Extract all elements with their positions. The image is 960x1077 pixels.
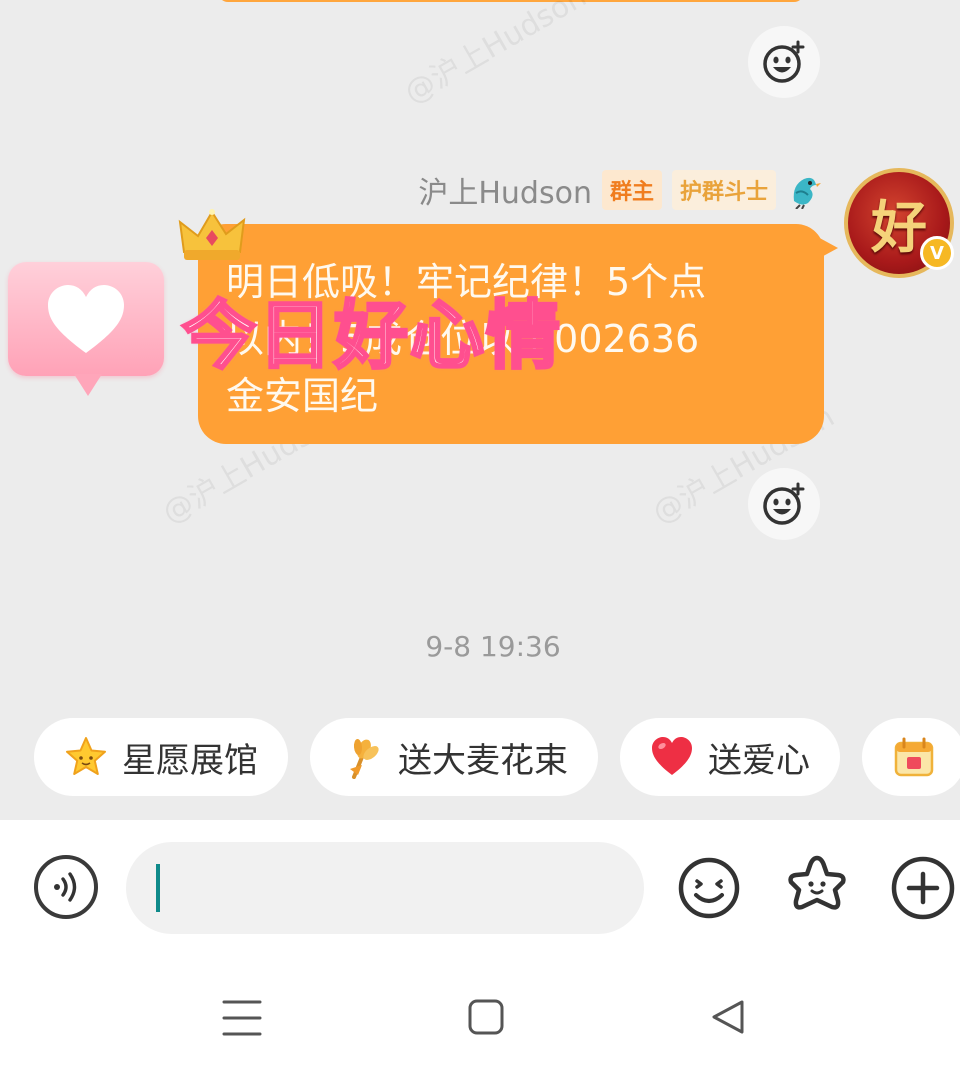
- quick-action-label: 送大麦花束: [398, 740, 568, 781]
- emoji-button[interactable]: [676, 855, 742, 921]
- sticker-overlay-text: 今日好心情: [181, 292, 562, 381]
- quick-action-label: 星愿展馆: [122, 740, 258, 781]
- quick-action-calendar-gift[interactable]: [862, 718, 960, 796]
- star-face-icon: [788, 855, 846, 910]
- voice-icon: [54, 872, 77, 902]
- star-icon: [66, 737, 106, 775]
- nav-home-button[interactable]: [460, 992, 512, 1044]
- emoji-reaction-icon: [763, 482, 805, 525]
- quick-action-send-heart[interactable]: 送爱心: [620, 718, 840, 796]
- menu-icon: [222, 1000, 262, 1036]
- more-button[interactable]: [890, 855, 956, 921]
- heart-icon: [48, 285, 124, 353]
- crown-icon: [178, 209, 246, 260]
- calendar-gift-icon: [894, 737, 934, 777]
- nav-menu-button[interactable]: [216, 992, 268, 1044]
- chat-area[interactable]: @沪上Hudson @沪上Hudson @沪上Hudson 沪上Hudson 群…: [0, 0, 960, 820]
- sender-name[interactable]: 沪上Hudson: [418, 168, 592, 212]
- sticker-button[interactable]: [784, 853, 850, 919]
- emoji-icon: [678, 857, 740, 919]
- triangle-back-icon: [712, 1000, 744, 1034]
- nav-back-button[interactable]: [702, 992, 754, 1044]
- quick-action-wheat-bouquet[interactable]: 送大麦花束: [310, 718, 598, 796]
- plus-icon: [891, 856, 955, 920]
- text-caret: [156, 864, 160, 912]
- emoji-reaction-icon: [763, 40, 805, 83]
- message-input[interactable]: [126, 842, 644, 934]
- owner-badge: 群主: [601, 170, 662, 210]
- guard-badge: 护群斗士: [671, 170, 776, 210]
- verified-badge: V: [920, 236, 954, 270]
- watermark: @沪上Hudson: [398, 0, 593, 112]
- quick-action-star-hall[interactable]: 星愿展馆: [34, 718, 288, 796]
- add-reaction-button[interactable]: [748, 468, 820, 540]
- square-home-icon: [468, 999, 504, 1035]
- avatar-text: 好: [871, 194, 927, 261]
- wheat-bouquet-icon: [350, 739, 379, 779]
- message-timestamp: 9-8 19:36: [425, 630, 561, 663]
- voice-input-button[interactable]: [34, 855, 98, 919]
- add-reaction-button[interactable]: [748, 26, 820, 98]
- quick-action-label: 送爱心: [708, 740, 810, 781]
- previous-message-bubble[interactable]: [218, 0, 804, 2]
- bird-level-icon: [793, 177, 821, 209]
- red-heart-icon: [652, 737, 692, 775]
- heart-sticker: [8, 262, 164, 396]
- sender-avatar[interactable]: 好 V: [844, 168, 954, 278]
- sender-info: 沪上Hudson 群主 护群斗士: [418, 168, 822, 212]
- quick-action-row: 星愿展馆 送大麦花束 送爱心: [34, 718, 960, 796]
